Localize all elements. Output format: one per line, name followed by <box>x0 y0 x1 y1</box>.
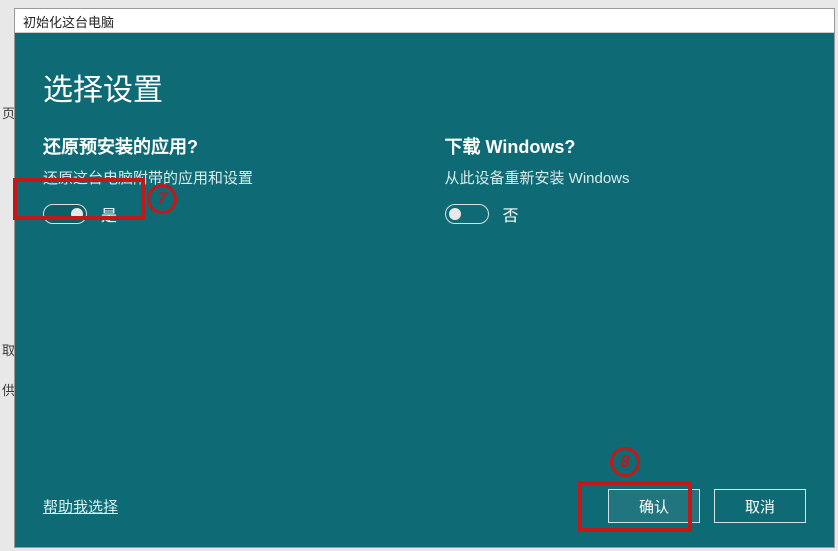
help-link[interactable]: 帮助我选择 <box>43 496 118 517</box>
annotation-number-8: 8 <box>610 447 640 477</box>
option-restore-apps-title: 还原预安装的应用? <box>43 133 405 159</box>
page-heading: 选择设置 <box>43 65 806 109</box>
toggle-knob-icon <box>449 208 461 220</box>
toggle-row-restore: 是 <box>43 202 405 226</box>
dialog-content: 选择设置 还原预安装的应用? 还原这台电脑附带的应用和设置 是 下载 Windo… <box>15 33 834 547</box>
confirm-button[interactable]: 确认 <box>608 489 700 523</box>
restore-apps-toggle[interactable] <box>43 204 87 224</box>
toggle-knob-icon <box>71 208 83 220</box>
restore-apps-state: 是 <box>101 202 117 226</box>
option-download-windows-desc: 从此设备重新安装 Windows <box>445 167 807 188</box>
option-restore-apps-desc: 还原这台电脑附带的应用和设置 <box>43 167 405 188</box>
options-row: 还原预安装的应用? 还原这台电脑附带的应用和设置 是 下载 Windows? 从… <box>43 133 806 226</box>
cancel-button[interactable]: 取消 <box>714 489 806 523</box>
download-windows-state: 否 <box>503 202 519 226</box>
option-restore-apps: 还原预安装的应用? 还原这台电脑附带的应用和设置 是 <box>43 133 405 226</box>
button-row: 确认 取消 <box>608 489 806 523</box>
footer: 帮助我选择 确认 取消 <box>43 489 806 523</box>
toggle-row-download: 否 <box>445 202 807 226</box>
dialog-window: 初始化这台电脑 选择设置 还原预安装的应用? 还原这台电脑附带的应用和设置 是 … <box>14 8 835 548</box>
download-windows-toggle[interactable] <box>445 204 489 224</box>
window-title: 初始化这台电脑 <box>15 9 834 33</box>
option-download-windows-title: 下载 Windows? <box>445 133 807 159</box>
option-download-windows: 下载 Windows? 从此设备重新安装 Windows 否 <box>445 133 807 226</box>
